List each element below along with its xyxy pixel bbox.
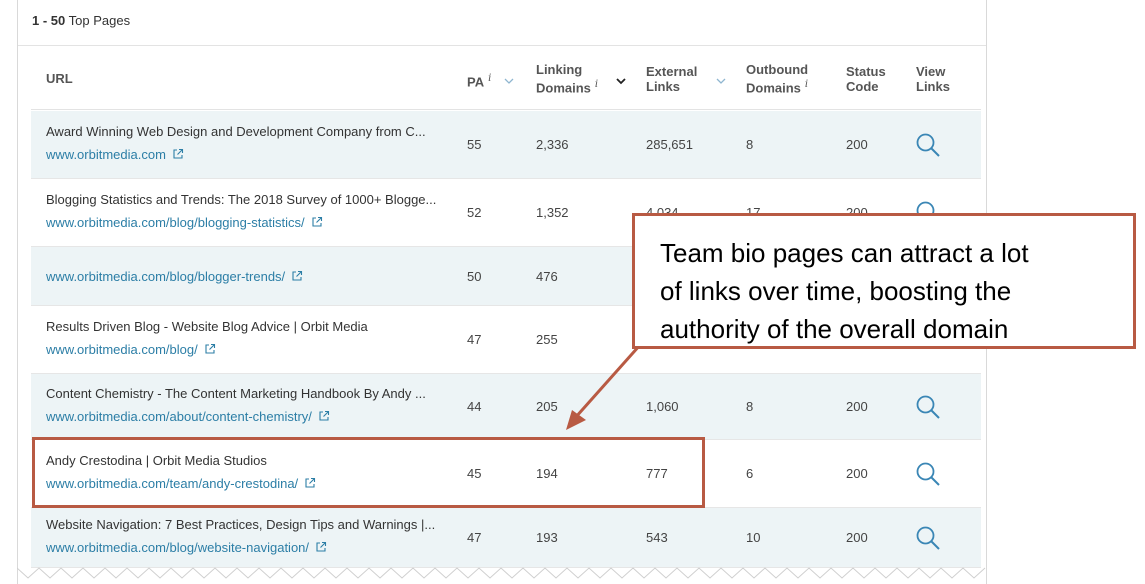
page-title: Award Winning Web Design and Development… — [46, 124, 426, 139]
torn-edge — [17, 567, 986, 579]
annotation-callout: Team bio pages can attract a lot of link… — [632, 213, 1136, 349]
page-title: Content Chemistry - The Content Marketin… — [46, 386, 426, 401]
outbound-domains-value: 10 — [746, 530, 761, 545]
page-url-link[interactable]: www.orbitmedia.com/blog/website-navigati… — [46, 540, 327, 555]
col-external-links[interactable]: External Links — [646, 64, 697, 94]
search-icon[interactable] — [914, 524, 942, 552]
table-header: URL PA i Linking Domains i External Links … — [31, 46, 981, 110]
linking-domains-value: 1,352 — [536, 205, 569, 220]
page-url-link[interactable]: www.orbitmedia.com/about/content-chemist… — [46, 409, 330, 424]
external-link-icon[interactable] — [204, 343, 216, 355]
page-title: Blogging Statistics and Trends: The 2018… — [46, 192, 437, 207]
result-range: 1 - 50 — [32, 13, 66, 28]
sort-external-chevron-down-icon[interactable] — [715, 76, 727, 86]
linking-domains-value: 476 — [536, 268, 558, 284]
table-row: Award Winning Web Design and Development… — [31, 111, 981, 179]
page-url-link[interactable]: www.orbitmedia.com/blog/ — [46, 342, 216, 357]
sort-pa-chevron-down-icon[interactable] — [503, 76, 515, 86]
external-link-icon[interactable] — [315, 541, 327, 553]
pa-value: 52 — [467, 205, 482, 220]
external-link-icon[interactable] — [318, 410, 330, 422]
pa-value: 55 — [467, 137, 482, 152]
col-url[interactable]: URL — [46, 71, 73, 86]
annotation-line-3: authority of the overall domain — [660, 314, 1009, 344]
linking-domains-value: 255 — [536, 332, 558, 347]
search-icon[interactable] — [914, 460, 942, 488]
sort-linking-chevron-down-icon[interactable] — [615, 76, 627, 86]
page-title: Results Driven Blog - Website Blog Advic… — [46, 319, 368, 334]
external-link-icon[interactable] — [172, 148, 184, 160]
col-view-links: View Links — [916, 64, 950, 94]
outbound-domains-value: 6 — [746, 466, 754, 481]
info-icon[interactable]: i — [488, 73, 491, 84]
external-link-icon[interactable] — [291, 270, 303, 282]
linking-domains-value: 193 — [536, 530, 558, 545]
table-row: Content Chemistry - The Content Marketin… — [31, 374, 981, 440]
status-code-value: 200 — [846, 530, 868, 545]
info-icon[interactable]: i — [595, 79, 598, 90]
search-icon[interactable] — [914, 393, 942, 421]
page-url-link[interactable]: www.orbitmedia.com — [46, 147, 184, 162]
external-link-icon[interactable] — [311, 216, 323, 228]
page-url-link[interactable]: www.orbitmedia.com/blog/blogging-statist… — [46, 215, 323, 230]
pa-value: 44 — [467, 399, 482, 414]
external-links-value: 285,651 — [646, 137, 693, 152]
highlight-box — [32, 437, 705, 508]
panel-header: 1 - 50 Top Pages — [18, 0, 986, 46]
col-pa[interactable]: PA i — [467, 71, 491, 89]
page-url-link[interactable]: www.orbitmedia.com/blog/blogger-trends/ — [46, 269, 303, 284]
page-title: Website Navigation: 7 Best Practices, De… — [46, 517, 436, 532]
col-outbound-domains[interactable]: Outbound Domains i — [746, 62, 808, 95]
status-code-value: 200 — [846, 466, 868, 481]
linking-domains-value: 2,336 — [536, 137, 569, 152]
annotation-line-2: of links over time, boosting the — [660, 276, 1012, 306]
annotation-line-1: Team bio pages can attract a lot — [660, 238, 1029, 268]
status-code-value: 200 — [846, 399, 868, 414]
col-status-code: Status Code — [846, 64, 886, 94]
pa-value: 47 — [467, 332, 482, 347]
col-linking-domains[interactable]: Linking Domains i — [536, 62, 598, 95]
status-code-value: 200 — [846, 137, 868, 152]
linking-domains-value: 205 — [536, 399, 558, 414]
external-links-value: 1,060 — [646, 399, 679, 414]
pa-value: 47 — [467, 530, 482, 545]
table-row: Website Navigation: 7 Best Practices, De… — [31, 508, 981, 568]
info-icon[interactable]: i — [805, 79, 808, 90]
outbound-domains-value: 8 — [746, 399, 754, 414]
search-icon[interactable] — [914, 131, 942, 159]
pa-value: 50 — [467, 268, 482, 284]
panel-title: Top Pages — [68, 13, 131, 28]
external-links-value: 543 — [646, 530, 668, 545]
outbound-domains-value: 8 — [746, 137, 754, 152]
